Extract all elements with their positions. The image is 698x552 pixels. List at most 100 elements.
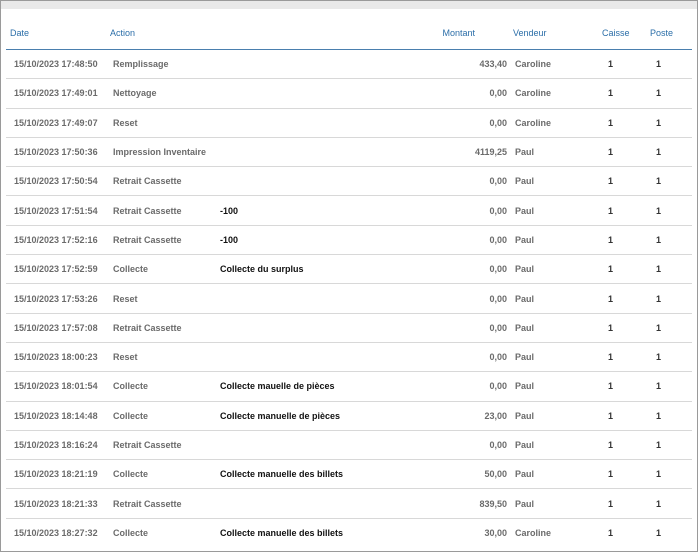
cell-poste: 1 [644, 166, 692, 197]
cell-action: Retrait Cassette [110, 166, 220, 197]
cell-poste: 1 [644, 108, 692, 138]
column-header-amount[interactable]: Montant [440, 17, 513, 50]
table-body: 15/10/2023 17:48:50 Remplissage 433,40 Caro… [6, 49, 692, 548]
cell-seller: Paul [513, 283, 596, 314]
cell-amount: 0,00 [440, 225, 513, 256]
table-row[interactable]: 15/10/2023 17:50:36 Impression Inventaire… [6, 137, 692, 168]
cell-action: Collecte [110, 371, 220, 402]
cell-caisse: 1 [596, 283, 644, 314]
cell-seller: Paul [513, 137, 596, 168]
cell-caisse: 1 [596, 342, 644, 373]
cell-date: 15/10/2023 18:00:23 [6, 342, 110, 373]
cell-detail [220, 49, 440, 80]
cell-date: 15/10/2023 17:53:26 [6, 283, 110, 314]
cell-action: Retrait Cassette [110, 195, 220, 226]
table-row[interactable]: 15/10/2023 18:16:24 Retrait Cassette 0,00 P… [6, 430, 692, 461]
cell-caisse: 1 [596, 459, 644, 490]
cell-poste: 1 [644, 459, 692, 490]
column-header-detail [220, 17, 440, 50]
cell-poste: 1 [644, 137, 692, 168]
cell-poste: 1 [644, 371, 692, 402]
cell-amount: 0,00 [440, 166, 513, 197]
cell-caisse: 1 [596, 313, 644, 343]
table-row[interactable]: 15/10/2023 17:57:08 Retrait Cassette 0,00 P… [6, 313, 692, 343]
cell-action: Retrait Cassette [110, 488, 220, 519]
table-row[interactable]: 15/10/2023 17:49:07 Reset 0,00 Caroline 1 1 [6, 108, 692, 138]
column-header-caisse[interactable]: Caisse [596, 17, 644, 50]
cell-detail [220, 342, 440, 373]
cell-poste: 1 [644, 342, 692, 373]
cell-detail: -100 [220, 195, 440, 226]
cell-poste: 1 [644, 225, 692, 256]
cell-action: Reset [110, 342, 220, 373]
table-row[interactable]: 15/10/2023 18:01:54 Collecte Collecte maue… [6, 371, 692, 402]
cell-amount: 0,00 [440, 108, 513, 138]
cell-poste: 1 [644, 49, 692, 80]
cell-detail [220, 488, 440, 519]
cell-detail [220, 137, 440, 168]
table-row[interactable]: 15/10/2023 17:52:59 Collecte Collecte du s… [6, 254, 692, 285]
column-header-seller[interactable]: Vendeur [513, 17, 596, 50]
cell-seller: Paul [513, 254, 596, 285]
cell-caisse: 1 [596, 137, 644, 168]
cell-caisse: 1 [596, 49, 644, 80]
cell-action: Retrait Cassette [110, 225, 220, 256]
cell-detail [220, 430, 440, 461]
column-header-poste[interactable]: Poste [644, 17, 692, 50]
cell-poste: 1 [644, 488, 692, 519]
cell-date: 15/10/2023 18:21:33 [6, 488, 110, 519]
table-row[interactable]: 15/10/2023 17:49:01 Nettoyage 0,00 Caroline… [6, 78, 692, 109]
cell-action: Impression Inventaire [110, 137, 220, 168]
cell-amount: 0,00 [440, 195, 513, 226]
panel-top-strip [1, 1, 697, 9]
cell-caisse: 1 [596, 78, 644, 109]
table-row[interactable]: 15/10/2023 18:27:32 Collecte Collecte manu… [6, 518, 692, 547]
cell-action: Collecte [113, 527, 149, 538]
operations-table: Date Action Montant Vendeur Caisse Poste… [6, 17, 692, 547]
cell-amount: 0,00 [440, 254, 513, 285]
cell-action: Retrait Cassette [110, 313, 220, 343]
cell-date: 15/10/2023 17:50:54 [6, 166, 110, 197]
table-row[interactable]: 15/10/2023 17:50:54 Retrait Cassette 0,00 P… [6, 166, 692, 197]
cell-amount: 0,00 [440, 342, 513, 373]
cell-seller: Paul [513, 488, 596, 519]
table-row[interactable]: 15/10/2023 17:53:26 Reset 0,00 Paul 1 1 [6, 283, 692, 314]
table-row[interactable]: 15/10/2023 18:14:48 Collecte Collecte manu… [6, 401, 692, 431]
cell-detail: Collecte manuelle des billets [220, 459, 440, 490]
cell-amount: 839,50 [440, 488, 513, 519]
cell-caisse: 1 [608, 527, 614, 538]
cell-poste: 1 [644, 254, 692, 285]
cell-seller: Paul [513, 195, 596, 226]
table-row[interactable]: 15/10/2023 18:21:33 Retrait Cassette 839,5… [6, 488, 692, 519]
table-row[interactable]: 15/10/2023 18:00:23 Reset 0,00 Paul 1 1 [6, 342, 692, 373]
table-header-row: Date Action Montant Vendeur Caisse Poste [6, 17, 692, 50]
cell-amount: 4119,25 [440, 137, 513, 168]
column-header-date[interactable]: Date [6, 17, 110, 50]
cell-action: Retrait Cassette [110, 430, 220, 461]
cell-date: 15/10/2023 17:50:36 [6, 137, 110, 168]
cell-date: 15/10/2023 17:52:59 [6, 254, 110, 285]
table-row[interactable]: 15/10/2023 18:21:19 Collecte Collecte manu… [6, 459, 692, 490]
cell-caisse: 1 [596, 371, 644, 402]
cell-caisse: 1 [596, 225, 644, 256]
cell-amount: 0,00 [440, 430, 513, 461]
table-row[interactable]: 15/10/2023 17:52:16 Retrait Cassette -100 0… [6, 225, 692, 256]
cell-seller: Paul [513, 371, 596, 402]
history-panel: Date Action Montant Vendeur Caisse Poste… [0, 0, 698, 552]
cell-date: 15/10/2023 17:49:07 [6, 108, 110, 138]
column-header-action[interactable]: Action [110, 17, 220, 50]
cell-action: Collecte [110, 254, 220, 285]
cell-poste: 1 [644, 283, 692, 314]
cell-action: Reset [110, 108, 220, 138]
cell-detail: -100 [220, 225, 440, 256]
cell-date: 15/10/2023 18:16:24 [6, 430, 110, 461]
table-row[interactable]: 15/10/2023 17:51:54 Retrait Cassette -100 0… [6, 195, 692, 226]
cell-date: 15/10/2023 18:14:48 [6, 401, 110, 431]
cell-detail: Collecte du surplus [220, 254, 440, 285]
cell-seller: Paul [513, 342, 596, 373]
cell-seller: Paul [513, 313, 596, 343]
table-row[interactable]: 15/10/2023 17:48:50 Remplissage 433,40 Caro… [6, 49, 692, 80]
cell-caisse: 1 [596, 108, 644, 138]
cell-detail: Collecte mauelle de pièces [220, 371, 440, 402]
cell-amount: 0,00 [440, 78, 513, 109]
